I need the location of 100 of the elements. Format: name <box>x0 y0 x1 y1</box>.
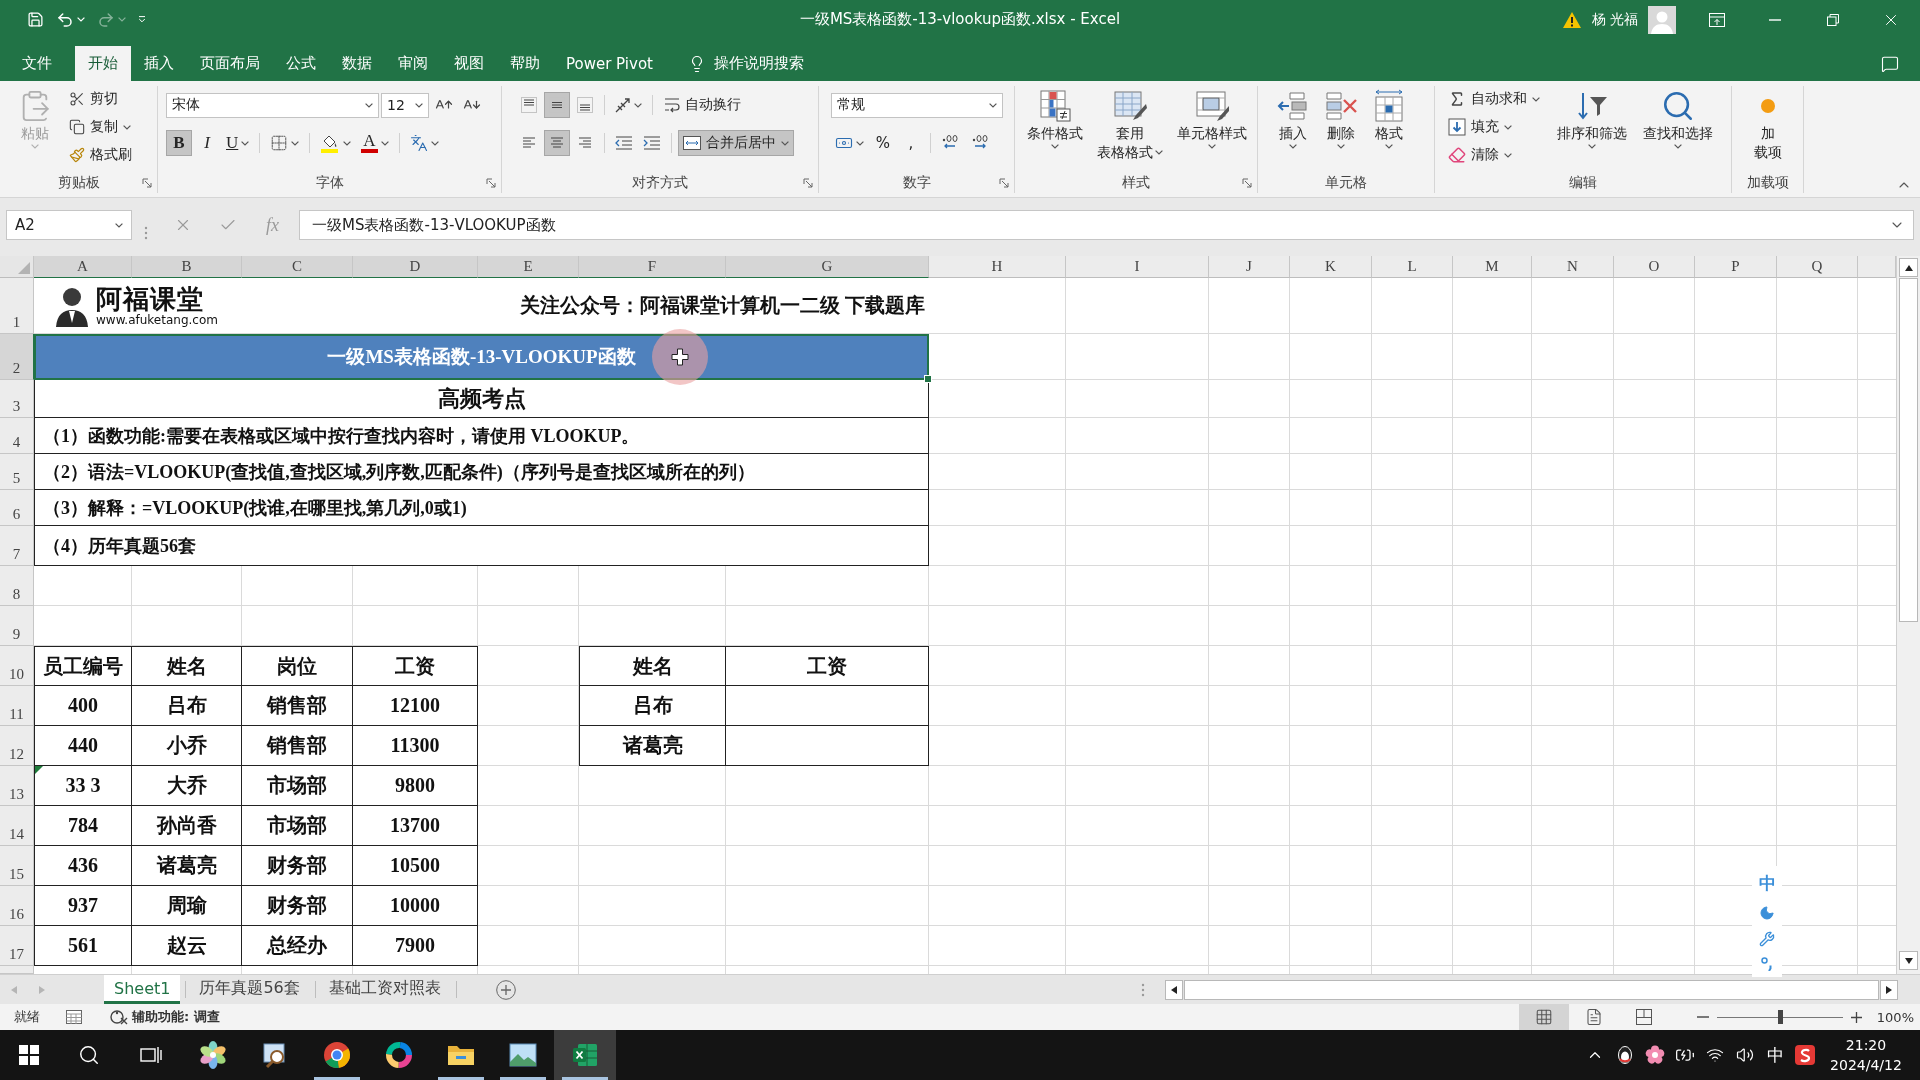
column-header[interactable]: C <box>242 256 353 278</box>
column-header[interactable]: F <box>579 256 726 278</box>
taskbar-app-button[interactable] <box>554 1030 616 1080</box>
column-header[interactable]: L <box>1372 256 1453 278</box>
row-header[interactable]: 11 <box>0 686 34 726</box>
font-color-button[interactable]: A <box>357 130 393 156</box>
column-header[interactable]: P <box>1695 256 1777 278</box>
row-header[interactable]: 8 <box>0 566 34 606</box>
ribbon-tab[interactable]: 数据 <box>329 46 385 81</box>
fill-button[interactable]: 填充 <box>1443 114 1545 140</box>
autosum-button[interactable]: 自动求和 <box>1443 86 1545 112</box>
column-header[interactable]: A <box>34 256 132 278</box>
ribbon-tab[interactable]: 文件 <box>9 46 65 81</box>
format-button[interactable]: 格式 <box>1368 86 1410 152</box>
macro-record-icon[interactable] <box>66 1010 82 1024</box>
column-header[interactable]: N <box>1532 256 1614 278</box>
column-header[interactable]: K <box>1290 256 1372 278</box>
font-name-field[interactable]: 宋体 <box>166 92 379 118</box>
fill-handle-icon[interactable] <box>924 375 932 383</box>
zoom-level[interactable]: 100% <box>1876 1009 1914 1025</box>
launcher-icon[interactable] <box>142 178 152 188</box>
delete-button[interactable]: 删除 <box>1320 86 1362 152</box>
row-header[interactable]: 14 <box>0 806 34 846</box>
avatar-icon[interactable] <box>1648 5 1676 34</box>
sheet-tab[interactable]: Sheet1 <box>104 975 181 1004</box>
ribbon-tab[interactable]: 公式 <box>273 46 329 81</box>
ribbon-tab[interactable]: 开始 <box>75 46 131 81</box>
launcher-icon[interactable] <box>803 178 813 188</box>
comma-button[interactable]: , <box>898 130 924 156</box>
clear-button[interactable]: 清除 <box>1443 142 1545 168</box>
ribbon-tab[interactable]: Power Pivot <box>553 46 666 81</box>
launcher-icon[interactable] <box>1242 178 1252 188</box>
conditional-format-button[interactable]: 条件格式 <box>1023 86 1087 152</box>
ribbon-tab[interactable]: 插入 <box>131 46 187 81</box>
ribbon-tab[interactable]: 视图 <box>441 46 497 81</box>
column-header[interactable]: M <box>1453 256 1532 278</box>
find-select-button[interactable]: 查找和选择 <box>1639 86 1717 152</box>
scrollbar-thumb[interactable] <box>1899 278 1918 622</box>
scroll-up-button[interactable] <box>1899 258 1918 277</box>
column-header[interactable]: B <box>132 256 242 278</box>
cut-button[interactable]: 剪切 <box>64 86 137 112</box>
underline-button[interactable]: U <box>222 130 254 156</box>
merge-center-button[interactable]: 合并后居中 <box>678 130 794 156</box>
bold-button[interactable]: B <box>166 130 192 156</box>
column-header[interactable]: H <box>929 256 1066 278</box>
percent-button[interactable]: % <box>870 130 896 156</box>
app-tile-icon[interactable] <box>1795 1045 1815 1065</box>
sheet-tab[interactable]: 历年真题56套 <box>189 975 310 1004</box>
row-header[interactable]: 10 <box>0 646 34 686</box>
column-header[interactable]: J <box>1209 256 1290 278</box>
row-header[interactable]: 6 <box>0 490 34 526</box>
column-header[interactable]: E <box>478 256 579 278</box>
format-painter-button[interactable]: 格式刷 <box>64 142 137 168</box>
wrench-icon[interactable] <box>1759 931 1775 947</box>
row-header[interactable]: 9 <box>0 606 34 646</box>
punctuation-icon[interactable] <box>1761 957 1773 971</box>
scroll-right-button[interactable] <box>1880 980 1898 1000</box>
ribbon-tab[interactable]: 帮助 <box>497 46 553 81</box>
row-header[interactable]: 5 <box>0 454 34 490</box>
scroll-down-button[interactable] <box>1899 951 1918 970</box>
ribbon-tab[interactable]: 页面布局 <box>187 46 273 81</box>
row-header[interactable]: 1 <box>0 278 34 334</box>
name-box[interactable]: A2 <box>6 210 132 240</box>
normal-view-button[interactable] <box>1518 1004 1569 1030</box>
copy-button[interactable]: 复制 <box>64 114 137 140</box>
column-header[interactable]: D <box>353 256 478 278</box>
row-header[interactable]: 3 <box>0 380 34 418</box>
align-middle-button[interactable] <box>544 92 570 118</box>
add-ins-button[interactable]: 加 载项 <box>1746 86 1789 164</box>
row-header[interactable]: 16 <box>0 886 34 926</box>
font-size-field[interactable]: 12 <box>381 92 429 118</box>
sort-filter-button[interactable]: 排序和筛选 <box>1553 86 1631 152</box>
column-header[interactable]: G <box>726 256 929 278</box>
input-method-button[interactable]: 中 <box>1760 1030 1790 1080</box>
wrap-text-button[interactable]: 自动换行 <box>659 92 746 118</box>
flower-icon[interactable] <box>1645 1045 1665 1065</box>
accessibility-button[interactable]: 辅助功能: 调查 <box>110 1008 220 1026</box>
row-header[interactable]: 17 <box>0 926 34 966</box>
launcher-icon[interactable] <box>486 178 496 188</box>
insert-button[interactable]: 插入 <box>1272 86 1314 152</box>
number-format-field[interactable]: 常规 <box>831 92 1003 118</box>
row-header[interactable]: 15 <box>0 846 34 886</box>
format-as-table-button[interactable]: 套用 表格格式 <box>1093 86 1167 164</box>
italic-button[interactable]: I <box>194 130 220 156</box>
warning-icon[interactable] <box>1561 10 1582 29</box>
clock-button[interactable]: 21:20 2024/4/12 <box>1826 1030 1906 1080</box>
penguin-icon[interactable] <box>1616 1045 1634 1065</box>
column-header[interactable]: O <box>1614 256 1695 278</box>
ribbon-tab[interactable]: 审阅 <box>385 46 441 81</box>
column-header[interactable]: I <box>1066 256 1209 278</box>
row-header[interactable]: 7 <box>0 526 34 566</box>
sheet-tab[interactable]: 基础工资对照表 <box>318 975 451 1004</box>
cell-styles-button[interactable]: 单元格样式 <box>1173 86 1251 152</box>
formula-field[interactable]: 一级MS表格函数-13-VLOOKUP函数 <box>299 210 1914 240</box>
row-header[interactable]: 2 <box>0 334 34 380</box>
slider-thumb[interactable] <box>1777 1010 1783 1024</box>
launcher-icon[interactable] <box>999 178 1009 188</box>
column-header[interactable]: Q <box>1777 256 1858 278</box>
tell-me-search[interactable]: 操作说明搜索 <box>681 46 810 81</box>
row-header[interactable]: 4 <box>0 418 34 454</box>
